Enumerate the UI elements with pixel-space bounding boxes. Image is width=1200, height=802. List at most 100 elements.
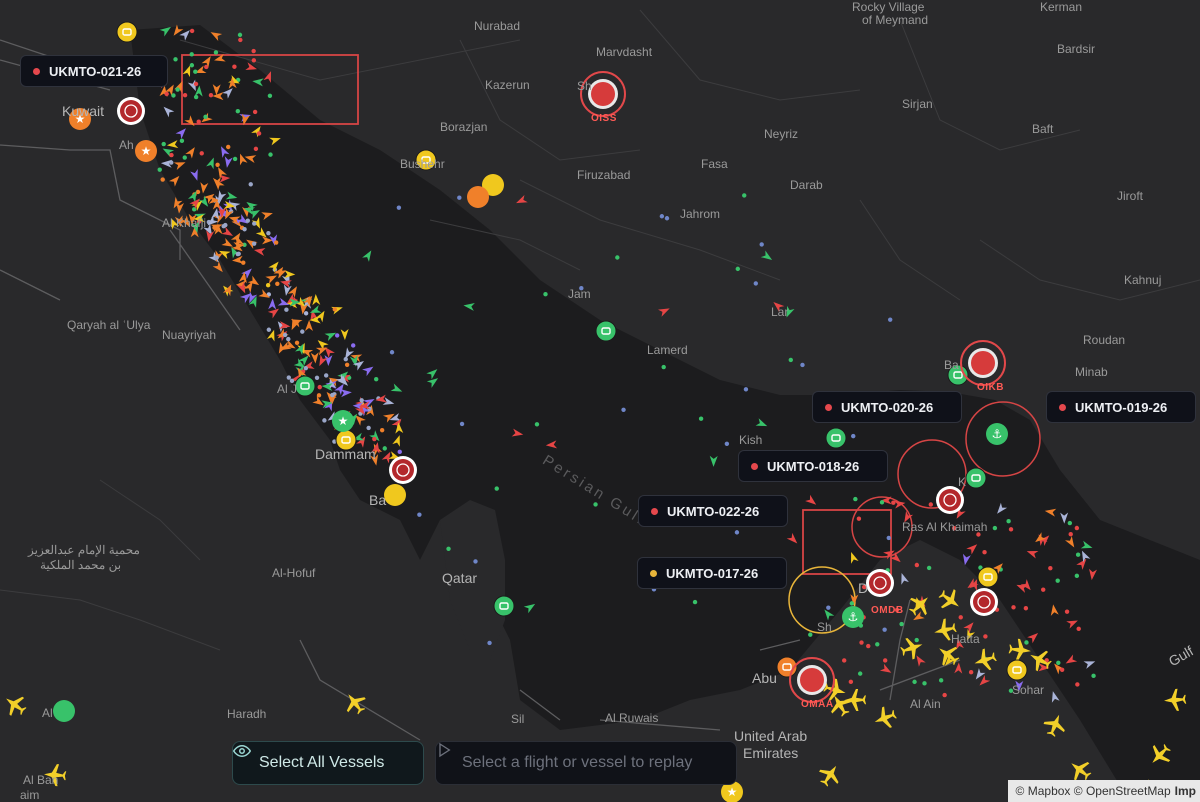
vessel-arrow[interactable] bbox=[369, 430, 382, 444]
vessel-dot[interactable] bbox=[1055, 578, 1060, 583]
vessel-dot[interactable] bbox=[1048, 565, 1053, 571]
airport-label-omdb[interactable]: OMDB bbox=[871, 605, 904, 616]
vessel-arrow[interactable] bbox=[161, 104, 175, 118]
vessel-dot[interactable] bbox=[242, 227, 247, 232]
vessel-arrow[interactable] bbox=[166, 140, 179, 149]
vessel-arrow[interactable] bbox=[879, 663, 894, 676]
vessel-dot[interactable] bbox=[330, 392, 335, 398]
vessel-arrow[interactable] bbox=[251, 124, 264, 138]
vessel-arrow[interactable] bbox=[252, 77, 264, 87]
vessel-dot[interactable] bbox=[928, 502, 934, 507]
vessel-dot[interactable] bbox=[294, 340, 300, 345]
vessel-dot[interactable] bbox=[268, 152, 273, 157]
vessel-dot[interactable] bbox=[848, 679, 854, 685]
vessel-dot[interactable] bbox=[189, 28, 195, 34]
vessel-dot[interactable] bbox=[942, 692, 947, 698]
vessel-arrow[interactable] bbox=[1027, 630, 1041, 644]
vessel-arrow[interactable] bbox=[1088, 568, 1097, 581]
vessel-arrow[interactable] bbox=[236, 152, 248, 166]
vessel-dot[interactable] bbox=[968, 669, 974, 675]
port-icon[interactable] bbox=[116, 21, 138, 43]
vessel-dot[interactable] bbox=[314, 375, 320, 381]
vessel-arrow[interactable] bbox=[263, 70, 274, 83]
vessel-dot[interactable] bbox=[842, 658, 847, 663]
vessel-arrow[interactable] bbox=[994, 502, 1008, 517]
vessel-dot[interactable] bbox=[366, 425, 371, 431]
vessel-dot[interactable] bbox=[232, 156, 238, 162]
vessel-dot[interactable] bbox=[382, 446, 387, 451]
vessel-dot[interactable] bbox=[882, 658, 888, 663]
alert-card-018[interactable]: UKMTO-018-26 bbox=[738, 450, 888, 482]
vessel-dot[interactable] bbox=[266, 327, 272, 332]
vessel-dot[interactable] bbox=[193, 94, 199, 100]
vessel-dot[interactable] bbox=[286, 375, 292, 380]
vessel-dot[interactable] bbox=[265, 283, 271, 288]
vessel-dot[interactable] bbox=[938, 678, 944, 683]
replay-button[interactable]: Select a flight or vessel to replay bbox=[435, 741, 737, 785]
vessel-dot[interactable] bbox=[857, 671, 863, 676]
vessel-arrow[interactable] bbox=[268, 298, 277, 310]
vessel-dot[interactable] bbox=[1064, 609, 1070, 614]
vessel-arrow[interactable] bbox=[206, 156, 217, 170]
vessel-dot[interactable] bbox=[914, 562, 920, 568]
vessel-dot[interactable] bbox=[193, 81, 199, 87]
vessel-dot[interactable] bbox=[235, 108, 241, 114]
vessel-dot[interactable] bbox=[851, 433, 856, 439]
vessel-dot[interactable] bbox=[457, 195, 462, 200]
vessel-dot[interactable] bbox=[193, 69, 198, 74]
vessel-dot[interactable] bbox=[223, 222, 228, 228]
vessel-arrow[interactable] bbox=[390, 383, 404, 396]
airport-label-oiss[interactable]: OISS bbox=[591, 113, 617, 124]
vessel-dot[interactable] bbox=[322, 418, 327, 423]
vessel-dot[interactable] bbox=[214, 255, 219, 260]
vessel-dot[interactable] bbox=[759, 242, 764, 247]
alert-card-022[interactable]: UKMTO-022-26 bbox=[638, 495, 788, 527]
vessel-arrow[interactable] bbox=[911, 611, 925, 623]
vessel-dot[interactable] bbox=[303, 365, 309, 371]
vessel-arrow[interactable] bbox=[511, 428, 524, 439]
vessel-dot[interactable] bbox=[374, 376, 379, 382]
vessel-dot[interactable] bbox=[245, 218, 251, 223]
vessel-dot[interactable] bbox=[659, 214, 665, 219]
vessel-arrow[interactable] bbox=[269, 134, 282, 146]
vessel-arrow[interactable] bbox=[284, 270, 296, 279]
vessel-dot[interactable] bbox=[303, 311, 309, 316]
vessel-arrow[interactable] bbox=[382, 397, 396, 407]
aircraft-icon[interactable] bbox=[971, 646, 999, 674]
aircraft-icon[interactable] bbox=[871, 704, 899, 732]
vessel-arrow[interactable] bbox=[426, 366, 440, 380]
alert-card-017[interactable]: UKMTO-017-26 bbox=[637, 557, 787, 589]
vessel-dot[interactable] bbox=[992, 525, 998, 531]
vessel-dot[interactable] bbox=[735, 266, 741, 272]
vessel-dot[interactable] bbox=[912, 679, 917, 685]
vessel-arrow[interactable] bbox=[213, 53, 226, 64]
vessel-arrow[interactable] bbox=[961, 553, 971, 566]
vessel-arrow[interactable] bbox=[175, 125, 189, 139]
vessel-arrow[interactable] bbox=[222, 85, 235, 99]
aircraft-icon[interactable] bbox=[1144, 739, 1175, 770]
aircraft-icon[interactable] bbox=[0, 690, 30, 721]
globe-icon[interactable] bbox=[939, 489, 961, 511]
globe-icon[interactable] bbox=[120, 100, 142, 122]
vessel-arrow[interactable] bbox=[523, 601, 538, 614]
vessel-dot[interactable] bbox=[252, 221, 257, 226]
vessel-arrow[interactable] bbox=[287, 284, 301, 298]
vessel-arrow[interactable] bbox=[223, 156, 233, 168]
vessel-dot[interactable] bbox=[1074, 573, 1080, 579]
vessel-dot[interactable] bbox=[856, 516, 862, 521]
map[interactable]: ★ ★ ★ ★ ⚓ ⚓ Rocky Village of Meymand Kerman N… bbox=[0, 0, 1200, 802]
vessel-dot[interactable] bbox=[238, 37, 243, 43]
vessel-dot[interactable] bbox=[734, 530, 740, 535]
vessel-arrow[interactable] bbox=[170, 24, 184, 39]
vessel-dot[interactable] bbox=[251, 241, 257, 246]
vessel-dot[interactable] bbox=[692, 599, 698, 605]
vessel-arrow[interactable] bbox=[201, 54, 215, 68]
vessel-dot[interactable] bbox=[887, 317, 893, 322]
vessel-dot[interactable] bbox=[173, 57, 178, 62]
vessel-arrow[interactable] bbox=[199, 112, 213, 126]
vessel-arrow[interactable] bbox=[304, 320, 313, 332]
airport-label-omaa[interactable]: OMAA bbox=[801, 699, 834, 710]
vessel-dot[interactable] bbox=[743, 387, 749, 392]
aircraft-icon[interactable] bbox=[898, 634, 926, 662]
aircraft-icon[interactable] bbox=[340, 688, 371, 719]
